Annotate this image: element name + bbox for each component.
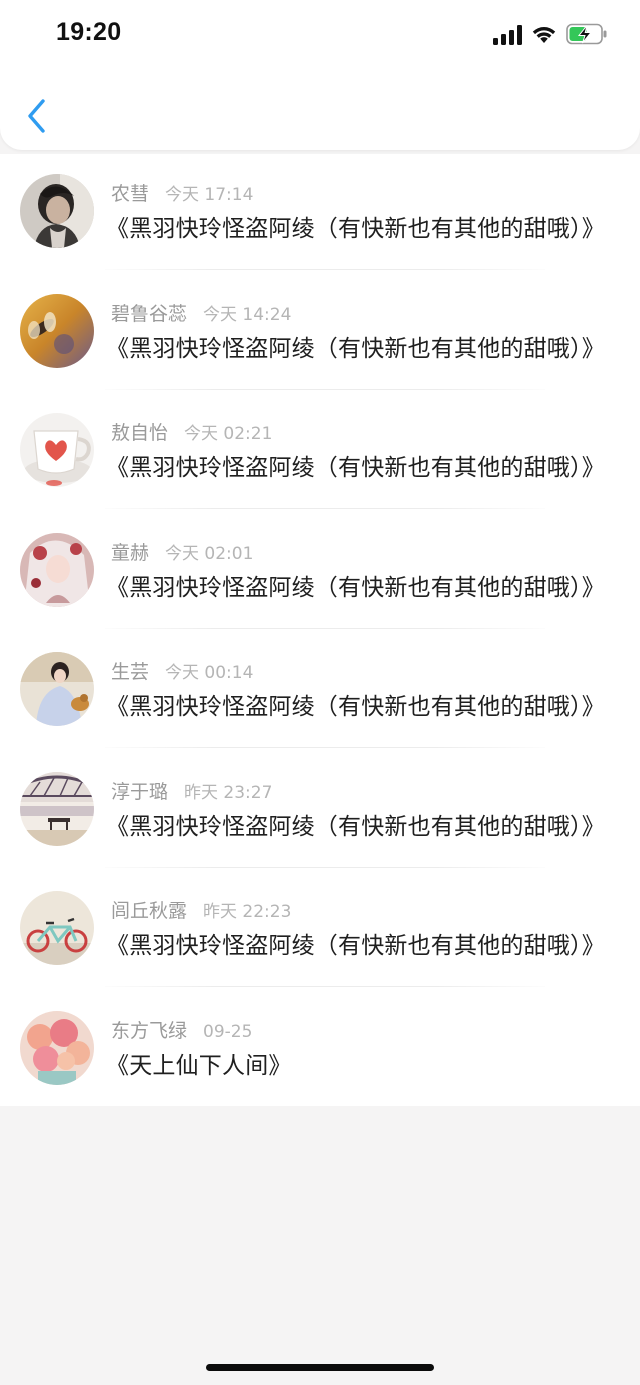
comment-time: 09-25 [203,1021,253,1042]
comment-list: 农彗 今天 17:14 《黑羽快玲怪盗阿绫（有快新也有其他的甜哦）》 碧鲁谷蕊 … [0,154,640,1106]
comment-text[interactable]: 《黑羽快玲怪盗阿绫（有快新也有其他的甜哦）》 [106,568,605,602]
comment-time: 今天 14:24 [203,304,292,325]
comment-time: 今天 17:14 [165,185,254,205]
comment-item[interactable]: 闾丘秋露 昨天 22:23 《黑羽快玲怪盗阿绫（有快新也有其他的甜哦）》 [0,871,640,991]
back-button[interactable] [16,95,56,137]
comment-text[interactable]: 《黑羽快玲怪盗阿绫（有快新也有其他的甜哦）》 [106,209,605,243]
comment-time: 昨天 23:27 [184,782,273,803]
comment-item[interactable]: 农彗 今天 17:14 《黑羽快玲怪盗阿绫（有快新也有其他的甜哦）》 [0,154,640,274]
user-avatar[interactable] [20,1010,94,1085]
divider [105,986,545,987]
user-name[interactable]: 生芸 [111,661,149,683]
header: 19:20 [0,0,640,150]
wifi-icon [532,27,556,43]
divider [105,508,545,509]
user-name[interactable]: 东方飞绿 [111,1020,187,1042]
comment-time: 今天 02:21 [184,424,273,444]
comment-time: 今天 02:01 [165,543,254,564]
comment-text[interactable]: 《黑羽快玲怪盗阿绫（有快新也有其他的甜哦）》 [106,448,605,482]
user-avatar[interactable] [20,532,94,607]
user-name[interactable]: 农彗 [111,183,149,205]
comment-time: 今天 00:14 [165,663,254,683]
comment-item[interactable]: 敖自怡 今天 02:21 《黑羽快玲怪盗阿绫（有快新也有其他的甜哦）》 [0,393,640,513]
battery-charging-icon [566,23,607,45]
user-name[interactable]: 淳于璐 [111,781,168,803]
divider [105,388,545,390]
user-avatar[interactable] [20,652,94,726]
comment-item[interactable]: 东方飞绿 09-25 《天上仙下人间》 [0,991,640,1111]
user-avatar[interactable] [20,174,94,248]
user-avatar[interactable] [20,413,94,487]
comment-text[interactable]: 《天上仙下人间》 [106,1046,292,1080]
screen: 19:20 农彗 今天 17:14 《黑羽快玲怪盗阿绫（有快新也有其他的甜哦）》… [0,0,640,1385]
divider [105,866,545,868]
comment-time: 昨天 22:23 [203,902,292,922]
comment-text[interactable]: 《黑羽快玲怪盗阿绫（有快新也有其他的甜哦）》 [106,687,605,721]
comment-item[interactable]: 淳于璐 昨天 23:27 《黑羽快玲怪盗阿绫（有快新也有其他的甜哦）》 [0,752,640,872]
status-time: 19:20 [56,18,122,46]
user-name[interactable]: 碧鲁谷蕊 [111,303,187,325]
user-name[interactable]: 童赫 [111,542,149,564]
home-indicator[interactable] [206,1364,434,1371]
user-name[interactable]: 闾丘秋露 [111,900,187,922]
comment-text[interactable]: 《黑羽快玲怪盗阿绫（有快新也有其他的甜哦）》 [106,329,605,363]
comment-text[interactable]: 《黑羽快玲怪盗阿绫（有快新也有其他的甜哦）》 [106,926,605,960]
cellular-signal-icon [493,25,522,45]
user-avatar[interactable] [20,891,94,965]
user-avatar[interactable] [20,293,94,368]
comment-item[interactable]: 碧鲁谷蕊 今天 14:24 《黑羽快玲怪盗阿绫（有快新也有其他的甜哦）》 [0,274,640,394]
divider [105,627,545,629]
user-name[interactable]: 敖自怡 [111,422,168,444]
divider [105,269,545,270]
divider [105,747,545,748]
user-avatar[interactable] [20,771,94,846]
comment-item[interactable]: 生芸 今天 00:14 《黑羽快玲怪盗阿绫（有快新也有其他的甜哦）》 [0,632,640,752]
comment-text[interactable]: 《黑羽快玲怪盗阿绫（有快新也有其他的甜哦）》 [106,807,605,841]
chevron-left-icon [28,99,45,133]
status-bar: 19:20 [0,0,640,70]
comment-item[interactable]: 童赫 今天 02:01 《黑羽快玲怪盗阿绫（有快新也有其他的甜哦）》 [0,513,640,633]
